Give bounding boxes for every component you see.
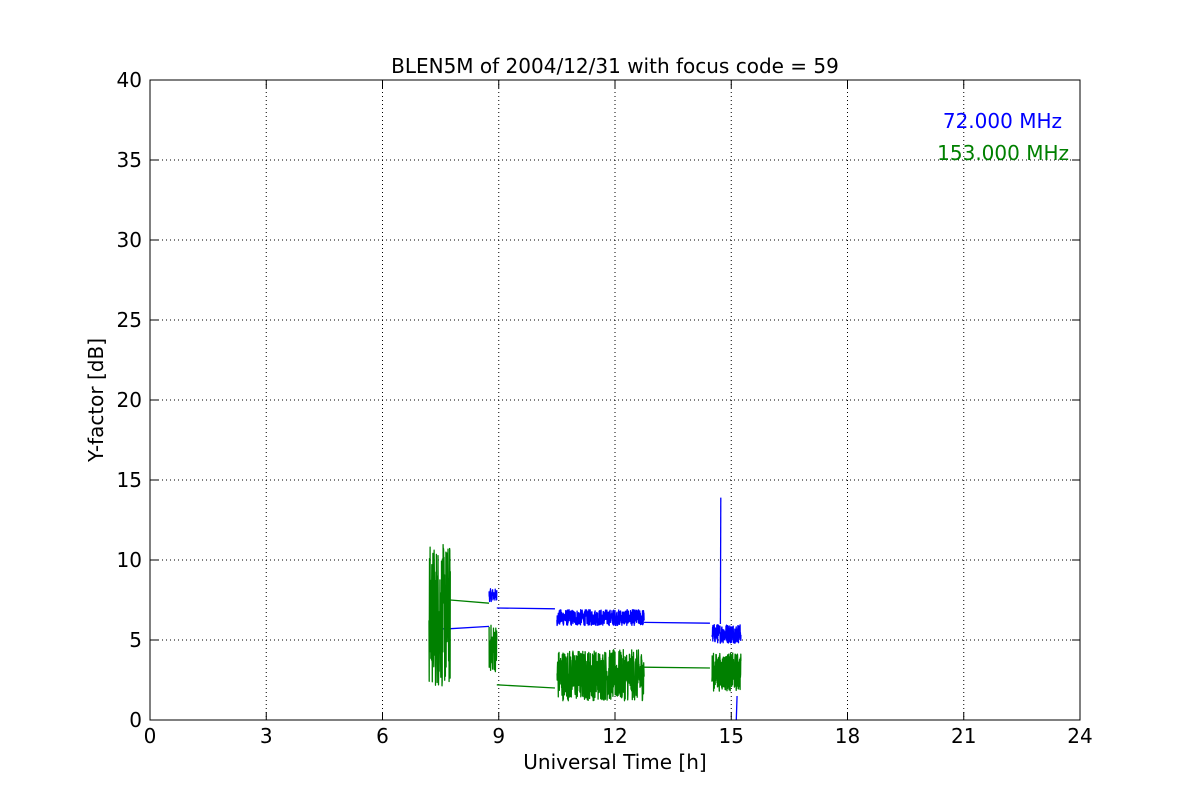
x-tick-label: 6 xyxy=(376,724,389,748)
y-tick-label: 0 xyxy=(129,708,142,732)
series-connector xyxy=(496,607,555,610)
chart: BLEN5M of 2004/12/31 with focus code = 5… xyxy=(0,0,1200,800)
x-tick-label: 12 xyxy=(602,724,627,748)
chart-title: BLEN5M of 2004/12/31 with focus code = 5… xyxy=(391,54,839,78)
x-tick-label: 24 xyxy=(1067,724,1092,748)
x-axis-label: Universal Time [h] xyxy=(523,750,706,774)
x-tick-label: 21 xyxy=(951,724,976,748)
x-tick-label: 3 xyxy=(260,724,273,748)
y-tick-label: 5 xyxy=(129,628,142,652)
y-tick-label: 20 xyxy=(117,388,142,412)
x-tick-label: 9 xyxy=(492,724,505,748)
legend-label-1: 72.000 MHz xyxy=(943,109,1062,133)
y-tick-label: 15 xyxy=(117,468,142,492)
y-tick-label: 35 xyxy=(117,148,142,172)
series-connector xyxy=(644,666,710,669)
series-connector xyxy=(644,621,710,624)
x-tick-label: 15 xyxy=(719,724,744,748)
y-tick-label: 30 xyxy=(117,228,142,252)
legend-label-2: 153.000 MHz xyxy=(937,141,1069,165)
series-connector xyxy=(735,695,738,721)
y-tick-label: 10 xyxy=(117,548,142,572)
x-tick-label: 0 xyxy=(144,724,157,748)
y-axis-label: Y-factor [dB] xyxy=(84,338,108,463)
x-tick-label: 18 xyxy=(835,724,860,748)
y-tick-label: 40 xyxy=(117,68,142,92)
y-tick-label: 25 xyxy=(117,308,142,332)
